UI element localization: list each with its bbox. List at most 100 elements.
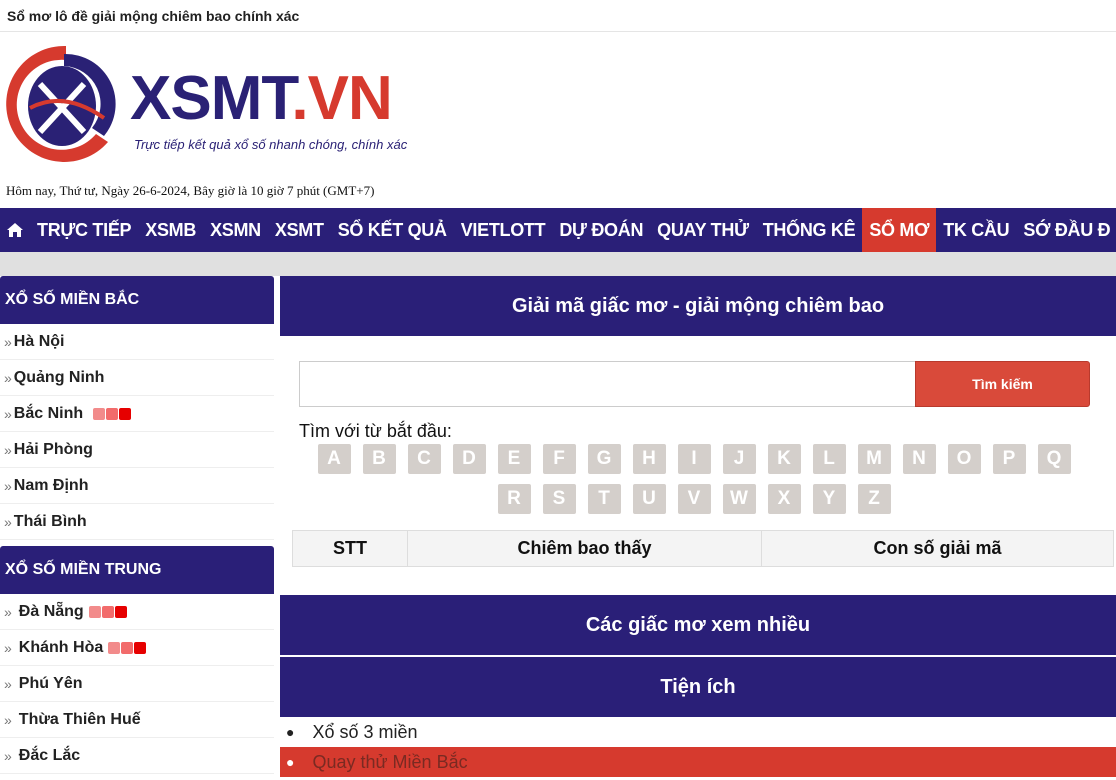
sidebar-item-quang-ninh[interactable]: » Quảng Ninh xyxy=(0,360,274,396)
sidebar: XỔ SỐ MIỀN BẮC » Hà Nội » Quảng Ninh » Bắc … xyxy=(0,276,274,780)
nav-vietlott[interactable]: VIETLOTT xyxy=(454,208,553,252)
sidebar-item-nam-dinh[interactable]: » Nam Định xyxy=(0,468,274,504)
utility-title: Tiện ích xyxy=(280,657,1116,717)
column-header-dream: Chiêm bao thấy xyxy=(407,530,762,567)
letter-c[interactable]: C xyxy=(407,444,441,474)
letter-b[interactable]: B xyxy=(362,444,396,474)
sidebar-item-bac-ninh[interactable]: » Bắc Ninh xyxy=(0,396,274,432)
letter-x[interactable]: X xyxy=(767,484,801,514)
nav-so-mo[interactable]: SỔ MƠ xyxy=(862,208,937,252)
logo-slogan: Trực tiếp kết quả xổ số nhanh chóng, chí… xyxy=(134,137,408,152)
nav-xsmn[interactable]: XSMN xyxy=(203,208,268,252)
nav-xsmb[interactable]: XSMB xyxy=(138,208,203,252)
xsmt-logo-icon xyxy=(6,45,116,162)
letter-z[interactable]: Z xyxy=(857,484,891,514)
letter-p[interactable]: P xyxy=(992,444,1026,474)
sidebar-item-phu-yen[interactable]: » Phú Yên xyxy=(0,666,274,702)
utility-item-label: Xổ số 3 miền xyxy=(312,721,418,742)
column-header-number: Con số giải mã xyxy=(761,530,1114,567)
sidebar-item-da-nang[interactable]: » Đà Nẵng xyxy=(0,594,274,630)
home-icon xyxy=(7,223,23,237)
chevron-icon: » xyxy=(4,639,12,656)
chevron-icon: » xyxy=(4,441,12,458)
nav-du-doan[interactable]: DỰ ĐOÁN xyxy=(552,208,650,252)
utility-item-xo-so-3-mien[interactable]: ● Xổ số 3 miền xyxy=(280,717,1116,747)
chevron-icon: » xyxy=(4,405,12,422)
letter-d[interactable]: D xyxy=(452,444,486,474)
letter-m[interactable]: M xyxy=(857,444,891,474)
bullet-icon: ● xyxy=(286,724,295,740)
nav-tk-cau[interactable]: TK CẦU xyxy=(936,208,1016,252)
dream-results-table: STT Chiêm bao thấy Con số giải mã xyxy=(292,530,1114,567)
nav-home[interactable] xyxy=(0,208,30,252)
sidebar-item-ha-noi[interactable]: » Hà Nội xyxy=(0,324,274,360)
chevron-icon: » xyxy=(4,747,12,764)
logo-wordmark: XSMT.VN xyxy=(130,64,393,133)
live-indicator-icon xyxy=(93,407,132,420)
letter-f[interactable]: F xyxy=(542,444,576,474)
nav-thong-ke[interactable]: THỐNG KÊ xyxy=(756,208,863,252)
column-header-stt: STT xyxy=(292,530,408,567)
sidebar-item-label: Bắc Ninh xyxy=(13,404,84,422)
page-title: Giải mã giấc mơ - giải mộng chiêm bao xyxy=(280,276,1116,336)
letter-e[interactable]: E xyxy=(497,444,531,474)
utility-item-quay-thu-mien-bac[interactable]: ● Quay thử Miền Bắc xyxy=(280,747,1116,777)
letter-a[interactable]: A xyxy=(317,444,351,474)
letter-t[interactable]: T xyxy=(587,484,621,514)
letter-r[interactable]: R xyxy=(497,484,531,514)
current-datetime: Hôm nay, Thứ tư, Ngày 26-6-2024, Bây giờ… xyxy=(6,183,375,198)
card-spacer xyxy=(280,567,1116,593)
chevron-icon: » xyxy=(4,711,12,728)
sidebar-item-label: Nam Định xyxy=(13,476,89,494)
sidebar-item-label: Phú Yên xyxy=(18,674,83,692)
letter-v[interactable]: V xyxy=(677,484,711,514)
sidebar-item-hai-phong[interactable]: » Hải Phòng xyxy=(0,432,274,468)
letter-w[interactable]: W xyxy=(722,484,756,514)
letter-u[interactable]: U xyxy=(632,484,666,514)
nav-so-ket-qua[interactable]: SỔ KẾT QUẢ xyxy=(331,208,454,252)
letter-i[interactable]: I xyxy=(677,444,711,474)
sidebar-item-thai-binh[interactable]: » Thái Bình xyxy=(0,504,274,540)
sidebar-item-thua-thien-hue[interactable]: » Thừa Thiên Huế xyxy=(0,702,274,738)
letter-j[interactable]: J xyxy=(722,444,756,474)
sidebar-central-title[interactable]: XỔ SỐ MIỀN TRUNG xyxy=(0,546,274,594)
letter-n[interactable]: N xyxy=(902,444,936,474)
letter-k[interactable]: K xyxy=(767,444,801,474)
sidebar-item-label: Hà Nội xyxy=(13,332,65,350)
letter-h[interactable]: H xyxy=(632,444,666,474)
header: XSMT.VN Trực tiếp kết quả xổ số nhanh ch… xyxy=(0,32,1116,198)
live-indicator-icon xyxy=(88,605,127,618)
sidebar-item-label: Thái Bình xyxy=(13,512,87,530)
letter-l[interactable]: L xyxy=(812,444,846,474)
chevron-icon: » xyxy=(4,675,12,692)
main-nav: TRỰC TIẾP XSMB XSMN XSMT SỔ KẾT QUẢ VIET… xyxy=(0,208,1116,252)
nav-quay-thu[interactable]: QUAY THỬ xyxy=(650,208,756,252)
sidebar-item-label: Hải Phòng xyxy=(13,440,93,458)
page-top-title: Sổ mơ lô đề giải mộng chiêm bao chính xá… xyxy=(0,0,1116,32)
nav-truc-tiep[interactable]: TRỰC TIẾP xyxy=(30,208,138,252)
popular-dreams-title: Các giấc mơ xem nhiều xyxy=(280,595,1116,655)
start-letter-label: Tìm với từ bắt đầu: xyxy=(299,421,452,441)
sidebar-item-khanh-hoa[interactable]: » Khánh Hòa xyxy=(0,630,274,666)
live-indicator-icon xyxy=(108,641,147,654)
sidebar-item-dac-lac[interactable]: » Đắc Lắc xyxy=(0,738,274,774)
letter-filter: A B C D E F G H I J K L M N O P Q R S T … xyxy=(299,444,1089,514)
search-button[interactable]: Tìm kiếm xyxy=(915,361,1090,407)
sidebar-central: XỔ SỐ MIỀN TRUNG » Đà Nẵng » Khánh Hòa » Ph… xyxy=(0,546,274,774)
search-input[interactable] xyxy=(299,361,915,407)
utility-item-label: Quay thử Miền Bắc xyxy=(312,751,468,772)
chevron-icon: » xyxy=(4,603,12,620)
sidebar-item-label: Thừa Thiên Huế xyxy=(18,710,141,728)
sidebar-north-title[interactable]: XỔ SỐ MIỀN BẮC xyxy=(0,276,274,324)
letter-y[interactable]: Y xyxy=(812,484,846,514)
main-content: Giải mã giấc mơ - giải mộng chiêm bao Tì… xyxy=(280,276,1116,777)
table-header-row: STT Chiêm bao thấy Con số giải mã xyxy=(292,530,1114,567)
letter-g[interactable]: G xyxy=(587,444,621,474)
nav-so-dau-duoi[interactable]: SỚ ĐẦU Đ xyxy=(1016,208,1116,252)
letter-s[interactable]: S xyxy=(542,484,576,514)
nav-xsmt[interactable]: XSMT xyxy=(268,208,331,252)
letter-q[interactable]: Q xyxy=(1037,444,1071,474)
site-logo[interactable]: XSMT.VN Trực tiếp kết quả xổ số nhanh ch… xyxy=(4,40,444,170)
letter-o[interactable]: O xyxy=(947,444,981,474)
sidebar-north: XỔ SỐ MIỀN BẮC » Hà Nội » Quảng Ninh » Bắc … xyxy=(0,276,274,540)
